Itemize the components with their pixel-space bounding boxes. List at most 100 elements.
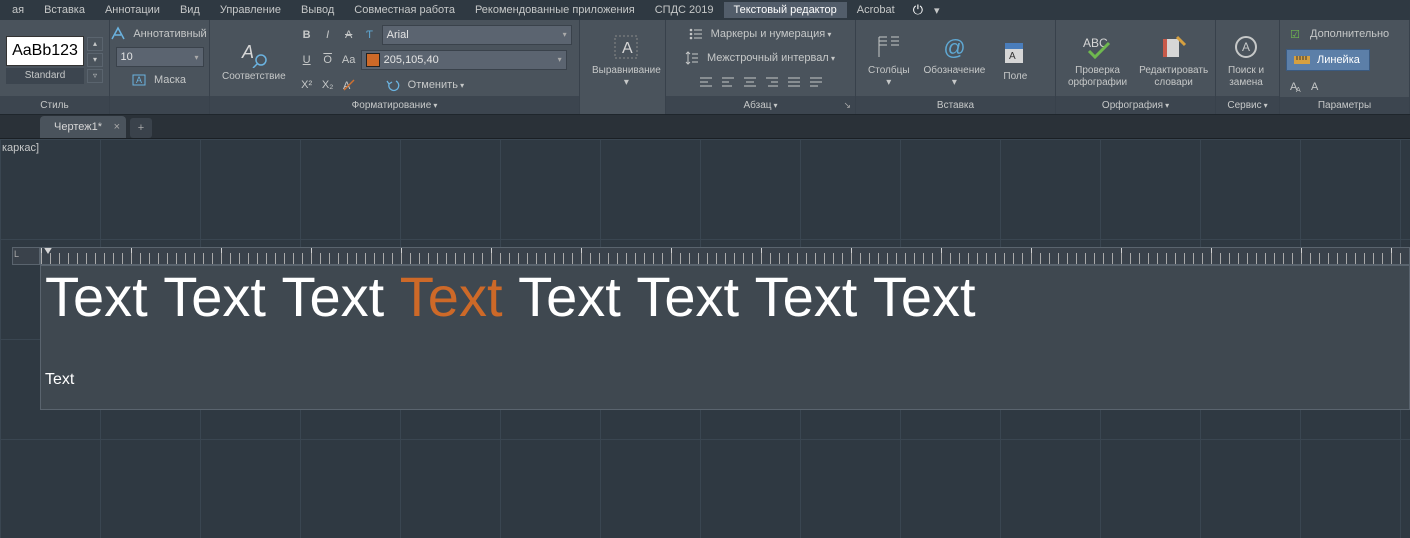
extras-checkbox-label[interactable]: Дополнительно (1307, 28, 1392, 40)
font-size-input[interactable]: 10▾ (116, 47, 204, 67)
align-right-button[interactable] (763, 73, 781, 91)
annotative-label[interactable]: Аннотативный (130, 28, 209, 40)
mask-icon[interactable]: A (130, 71, 148, 89)
panel-title: Стиль (0, 96, 109, 114)
panel-paragraph: Маркеры и нумерация Межстрочный интервал… (666, 20, 856, 114)
drawing-canvas[interactable]: каркас] L Text Text Text Text Text Text … (0, 139, 1410, 538)
strike-button[interactable]: A (340, 26, 358, 44)
line-spacing-button[interactable]: Межстрочный интервал (704, 52, 838, 64)
font-prefix-icon: Ƭ (361, 26, 379, 44)
panel-insert: Столбцы▾ @ Обозначение▾ A Поле Вставка (856, 20, 1056, 114)
svg-text:A: A (1311, 81, 1319, 93)
align-justify-button[interactable] (785, 73, 803, 91)
align-center-button[interactable] (741, 73, 759, 91)
svg-text:@: @ (943, 35, 965, 60)
panel-title[interactable]: Форматирование (352, 100, 438, 111)
align-left-button[interactable] (719, 73, 737, 91)
panel-style: AaBb123 Standard ▴ ▾ ▿ Стиль (0, 20, 110, 114)
checkbox-icon[interactable]: ☑ (1286, 25, 1304, 43)
text-line-1[interactable]: Text Text Text Text Text Text Text Text (45, 268, 1405, 327)
add-tab-button[interactable]: + (130, 118, 152, 138)
panel-tools: A Поиск и замена Сервис (1216, 20, 1280, 114)
match-button[interactable]: A Соответствие (216, 24, 292, 96)
overline-button[interactable]: O (319, 51, 337, 69)
align-distribute-button[interactable] (807, 73, 825, 91)
dropdown-icon[interactable]: ▾ (563, 30, 567, 39)
menu-item-active[interactable]: Текстовый редактор (724, 2, 847, 18)
toggle-icon[interactable]: ⏻ (913, 2, 924, 18)
panel-title[interactable]: Абзац (743, 100, 777, 111)
menu-item[interactable]: Совместная работа (344, 2, 465, 18)
menu-item[interactable]: Acrobat (847, 2, 905, 18)
menu-dropdown[interactable]: ▾ (924, 2, 950, 19)
menu-item[interactable]: Аннотации (95, 2, 170, 18)
svg-text:A: A (136, 75, 142, 85)
annotative-icon[interactable] (109, 25, 127, 43)
mask-label[interactable]: Маска (151, 74, 189, 86)
bullets-button[interactable]: Маркеры и нумерация (708, 28, 835, 40)
panel-title: Вставка (856, 96, 1055, 114)
panel-title[interactable]: Орфография (1102, 100, 1169, 111)
panel-format-b: A Соответствие B I A Ƭ Arial▾ U O Aa (210, 20, 580, 114)
panel-align: A Выравнивание▾ . (580, 20, 666, 114)
view-status: каркас] (2, 142, 39, 154)
align-default-button[interactable] (697, 73, 715, 91)
bold-button[interactable]: B (298, 26, 316, 44)
style-name: Standard (6, 68, 84, 84)
line-spacing-icon[interactable] (683, 49, 701, 67)
menu-item[interactable]: Вид (170, 2, 210, 18)
field-button[interactable]: A Поле (993, 24, 1037, 96)
color-swatch (366, 53, 380, 67)
symbol-button[interactable]: @ Обозначение▾ (918, 24, 992, 96)
italic-button[interactable]: I (319, 26, 337, 44)
style-expand-button[interactable]: ▿ (87, 69, 103, 83)
align-button[interactable]: A Выравнивание▾ (586, 24, 667, 96)
ruler-button[interactable]: Линейка (1314, 54, 1363, 66)
underline-button[interactable]: U (298, 51, 316, 69)
dropdown-icon[interactable]: ▾ (558, 55, 562, 64)
superscript-button[interactable]: X₂ (319, 76, 337, 94)
style-preview[interactable]: AaBb123 (6, 36, 84, 66)
ribbon: AaBb123 Standard ▴ ▾ ▿ Стиль Аннотативны… (0, 20, 1410, 115)
undo-button[interactable]: Отменить (405, 79, 468, 91)
menu-bar: ая Вставка Аннотации Вид Управление Выво… (0, 0, 1410, 20)
close-icon[interactable]: × (114, 121, 120, 133)
bullets-icon[interactable] (687, 25, 705, 43)
svg-text:A: A (241, 42, 254, 62)
menu-item[interactable]: Вставка (34, 2, 95, 18)
ruler[interactable] (40, 247, 1410, 265)
menu-item[interactable]: СПДС 2019 (645, 2, 724, 18)
subscript-button[interactable]: X² (298, 76, 316, 94)
color-input[interactable]: 205,105,40 ▾ (361, 50, 567, 70)
columns-button[interactable]: Столбцы▾ (862, 24, 916, 96)
spellcheck-button[interactable]: ABC Проверка орфографии (1062, 24, 1133, 96)
document-tab[interactable]: Чертеж1* × (40, 116, 126, 138)
text-box[interactable]: Text Text Text Text Text Text Text Text … (40, 265, 1410, 410)
panel-format-a: Аннотативный 10▾ A Маска (110, 20, 210, 114)
menu-item[interactable]: ая (2, 2, 34, 18)
undo-icon[interactable] (384, 76, 402, 94)
menu-item[interactable]: Рекомендованные приложения (465, 2, 645, 18)
document-tabs: Чертеж1* × + (0, 115, 1410, 139)
clear-format-button[interactable]: A (340, 76, 358, 94)
menu-item[interactable]: Вывод (291, 2, 344, 18)
style-up-button[interactable]: ▴ (87, 37, 103, 51)
edit-dict-button[interactable]: Редактировать словари (1133, 24, 1214, 96)
more-b-icon[interactable]: A (1307, 77, 1325, 95)
text-line-2[interactable]: Text (45, 371, 1405, 389)
ruler-icon (1293, 51, 1311, 69)
font-name-input[interactable]: Arial▾ (382, 25, 572, 45)
menu-item[interactable]: Управление (210, 2, 291, 18)
find-replace-button[interactable]: A Поиск и замена (1222, 24, 1270, 96)
panel-params: ☑ Дополнительно Линейка AA A Параметры (1280, 20, 1410, 114)
svg-text:A: A (1009, 51, 1016, 62)
svg-text:A: A (622, 40, 633, 57)
more-a-icon[interactable]: AA (1286, 77, 1304, 95)
ruler-corner: L (12, 247, 40, 265)
panel-spelling: ABC Проверка орфографии Редактировать сл… (1056, 20, 1216, 114)
dropdown-icon[interactable]: ▾ (194, 53, 198, 62)
panel-title[interactable]: Сервис (1227, 100, 1267, 111)
indent-marker[interactable] (43, 247, 53, 254)
case-button[interactable]: Aa (340, 51, 358, 69)
style-down-button[interactable]: ▾ (87, 53, 103, 67)
